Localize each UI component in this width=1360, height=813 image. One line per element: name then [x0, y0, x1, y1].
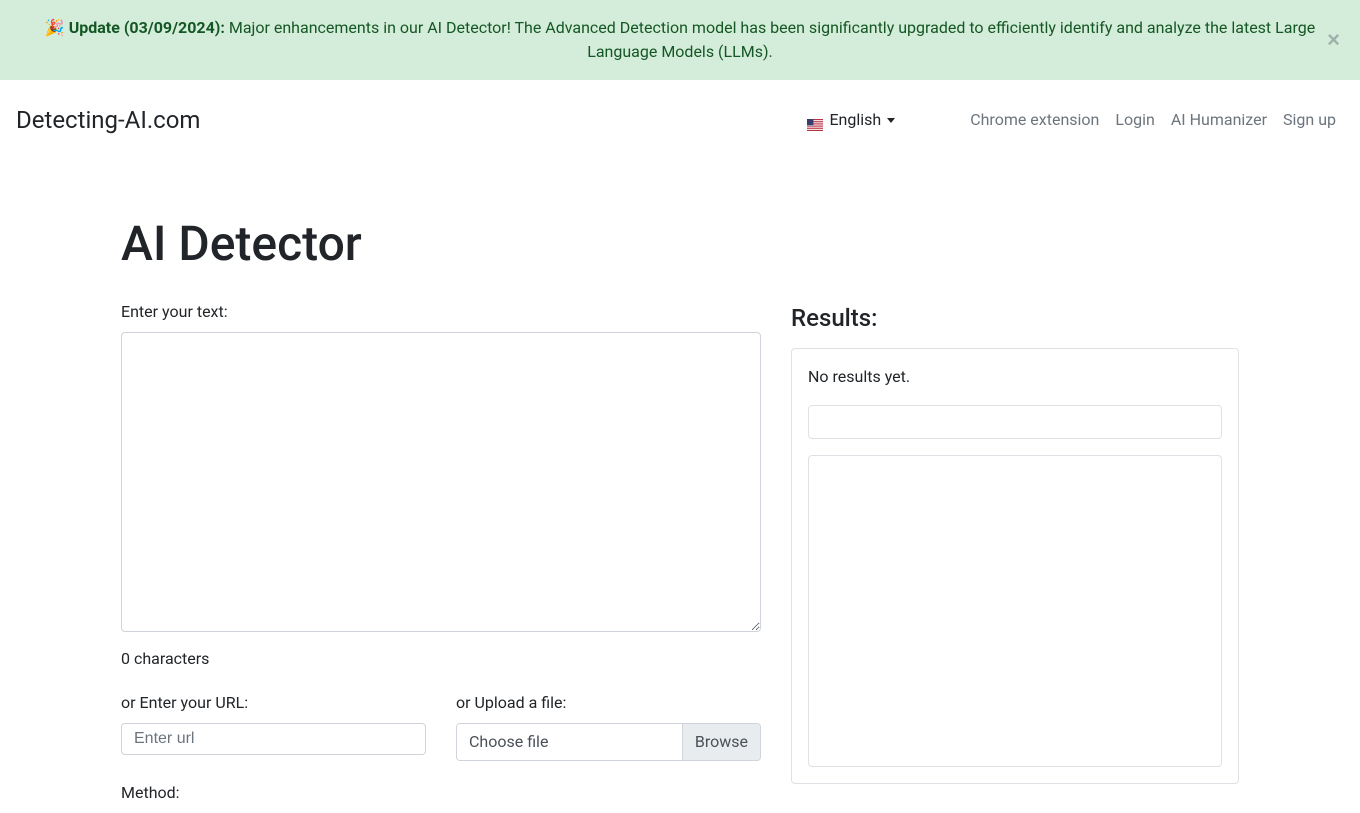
chevron-down-icon — [887, 118, 895, 123]
alert-close-button[interactable]: × — [1327, 29, 1340, 51]
url-input[interactable] — [121, 723, 426, 755]
results-output-area — [808, 455, 1222, 767]
left-column: Enter your text: 0 characters or Enter y… — [121, 300, 761, 813]
results-box: No results yet. — [791, 348, 1239, 784]
update-alert: 🎉 Update (03/09/2024): Major enhancement… — [0, 0, 1360, 80]
url-label: or Enter your URL: — [121, 691, 426, 715]
results-heading: Results: — [791, 300, 1239, 336]
method-section: Method: — [121, 781, 761, 805]
url-file-row: or Enter your URL: or Upload a file: Cho… — [121, 691, 761, 761]
brand-link[interactable]: Detecting-AI.com — [16, 102, 200, 138]
url-column: or Enter your URL: — [121, 691, 426, 761]
us-flag-icon — [807, 114, 823, 126]
file-placeholder: Choose file — [457, 724, 682, 760]
upload-column: or Upload a file: Choose file Browse — [456, 691, 761, 761]
no-results-text: No results yet. — [808, 365, 1222, 389]
character-count: 0 characters — [121, 647, 761, 671]
text-input[interactable] — [121, 332, 761, 632]
alert-content: 🎉 Update (03/09/2024): Major enhancement… — [45, 18, 1315, 61]
language-selector[interactable]: English — [799, 100, 955, 140]
browse-button: Browse — [682, 724, 760, 760]
nav-login[interactable]: Login — [1107, 100, 1162, 140]
results-progress-bar — [808, 405, 1222, 439]
navbar: Detecting-AI.com English Chrome extensio… — [0, 80, 1360, 160]
navbar-links: English Chrome extension Login AI Humani… — [799, 100, 1344, 140]
nav-sign-up[interactable]: Sign up — [1275, 100, 1344, 140]
nav-chrome-extension[interactable]: Chrome extension — [962, 100, 1107, 140]
main-container: AI Detector Enter your text: 0 character… — [121, 208, 1239, 813]
nav-ai-humanizer[interactable]: AI Humanizer — [1163, 100, 1275, 140]
method-label: Method: — [121, 781, 761, 805]
right-column: Results: No results yet. — [791, 300, 1239, 813]
alert-body: Major enhancements in our AI Detector! T… — [229, 18, 1315, 61]
enter-text-label: Enter your text: — [121, 300, 761, 324]
file-chooser[interactable]: Choose file Browse — [456, 723, 761, 761]
alert-bold: Update (03/09/2024): — [69, 18, 225, 37]
alert-emoji: 🎉 — [45, 18, 65, 37]
upload-label: or Upload a file: — [456, 691, 761, 715]
page-title: AI Detector — [121, 208, 1239, 280]
two-column-layout: Enter your text: 0 characters or Enter y… — [121, 300, 1239, 813]
language-label: English — [829, 108, 881, 132]
